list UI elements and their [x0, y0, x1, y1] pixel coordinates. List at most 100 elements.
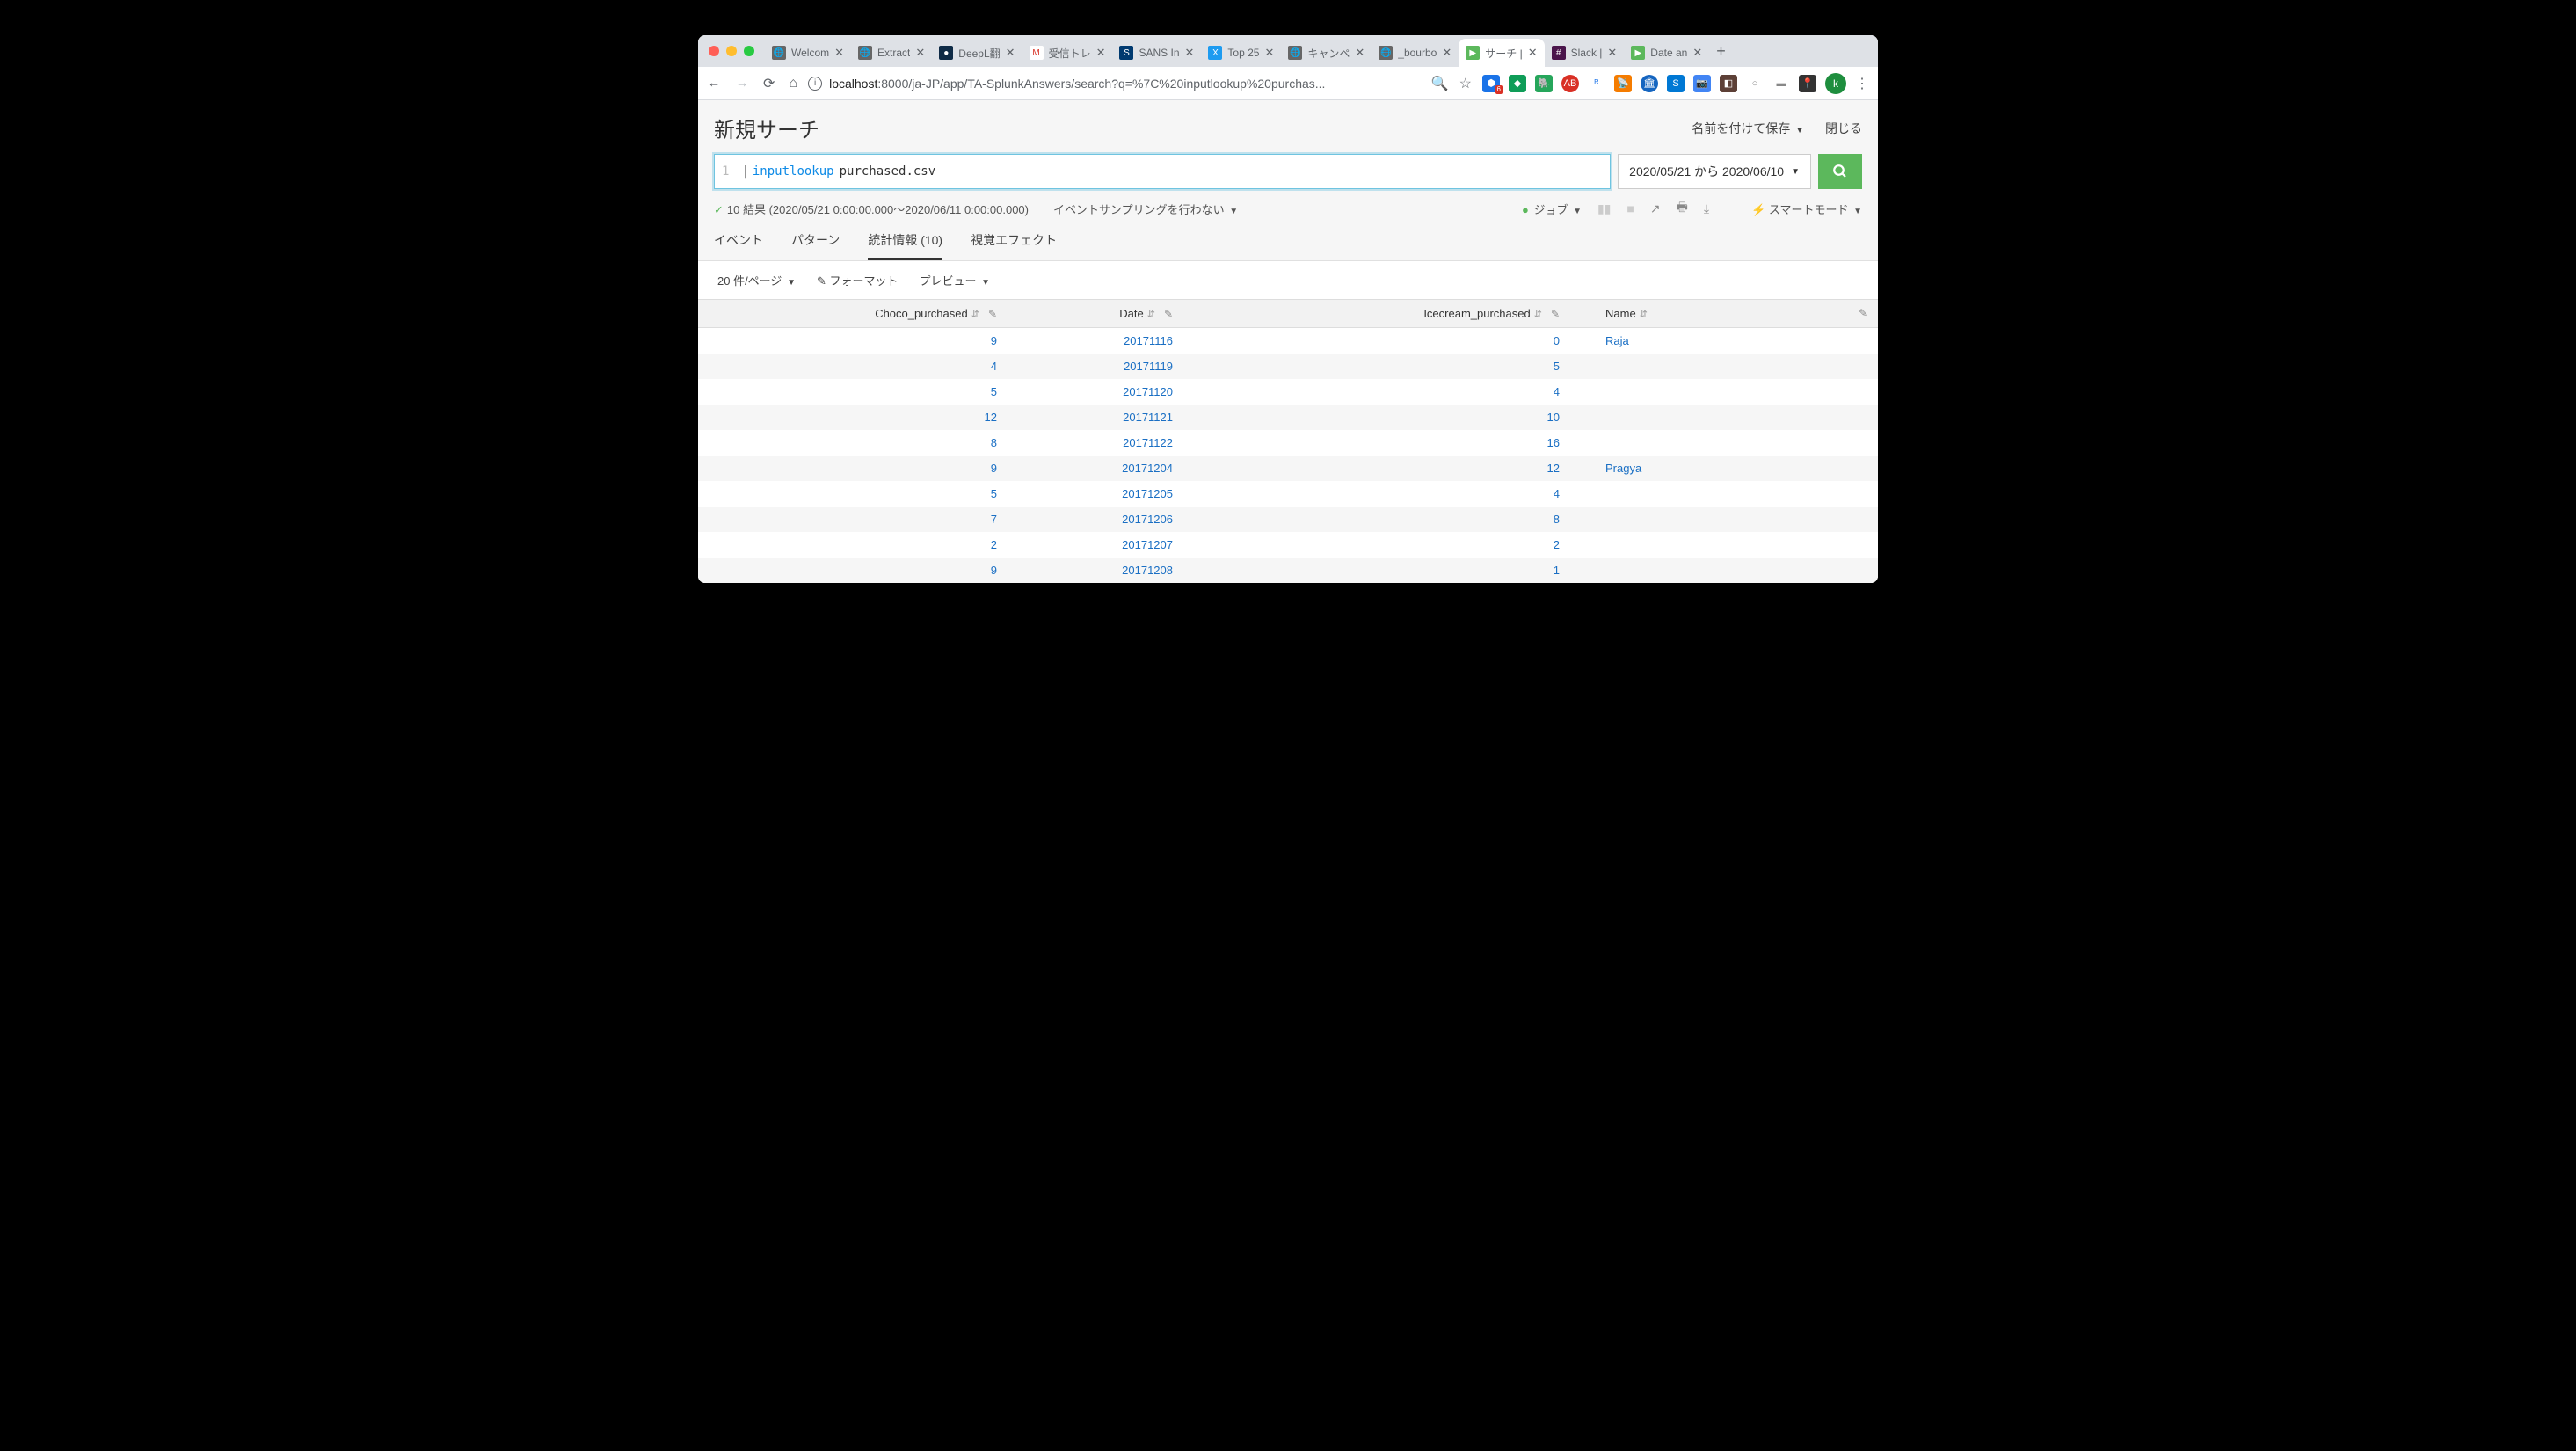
ext-icon-6[interactable]: ○	[1746, 75, 1764, 92]
cell-name[interactable]: Pragya	[1595, 456, 1878, 481]
cell-name[interactable]	[1595, 354, 1878, 379]
cell-date[interactable]: 20171122	[1032, 430, 1208, 456]
col-header-name[interactable]: Name⇵✎	[1595, 300, 1878, 328]
cell-choco[interactable]: 5	[698, 379, 1032, 405]
pencil-icon[interactable]: ✎	[1551, 308, 1560, 320]
close-window-icon[interactable]	[709, 46, 719, 56]
col-header-choco[interactable]: Choco_purchased⇵✎	[698, 300, 1032, 328]
cell-choco[interactable]: 9	[698, 558, 1032, 583]
cell-icecream[interactable]: 0	[1208, 328, 1595, 354]
cell-name[interactable]	[1595, 430, 1878, 456]
close-tab-icon[interactable]: ✕	[1692, 46, 1702, 60]
ext-icon-1[interactable]: ⬢6	[1482, 75, 1500, 92]
ext-icon-rss[interactable]: 📡	[1614, 75, 1632, 92]
minimize-window-icon[interactable]	[726, 46, 737, 56]
close-button[interactable]: 閉じる	[1825, 120, 1862, 137]
cell-date[interactable]: 20171207	[1032, 532, 1208, 558]
tab-events[interactable]: イベント	[714, 231, 763, 260]
smartmode-dropdown[interactable]: ⚡ スマートモード ▼	[1751, 201, 1862, 217]
close-tab-icon[interactable]: ✕	[1264, 46, 1274, 60]
cell-name[interactable]	[1595, 532, 1878, 558]
cell-icecream[interactable]: 4	[1208, 379, 1595, 405]
cell-name[interactable]	[1595, 507, 1878, 532]
cell-name[interactable]	[1595, 379, 1878, 405]
url-input[interactable]: i localhost:8000/ja-JP/app/TA-SplunkAnsw…	[808, 77, 1421, 91]
pencil-icon[interactable]: ✎	[1164, 308, 1173, 320]
close-tab-icon[interactable]: ✕	[1442, 46, 1452, 60]
tab-visualization[interactable]: 視覚エフェクト	[971, 231, 1057, 260]
browser-tab[interactable]: XTop 25✕	[1201, 39, 1281, 67]
ext-icon-evernote[interactable]: 🐘	[1535, 75, 1553, 92]
format-button[interactable]: ✎ フォーマット	[817, 272, 899, 288]
save-as-button[interactable]: 名前を付けて保存 ▼	[1692, 120, 1804, 137]
cell-icecream[interactable]: 4	[1208, 481, 1595, 507]
job-dropdown[interactable]: ● ジョブ ▼	[1522, 201, 1582, 217]
cell-choco[interactable]: 12	[698, 405, 1032, 430]
maximize-window-icon[interactable]	[744, 46, 754, 56]
ext-icon-5[interactable]: ◧	[1720, 75, 1737, 92]
browser-menu-icon[interactable]: ⋮	[1855, 75, 1869, 92]
cell-icecream[interactable]: 8	[1208, 507, 1595, 532]
zoom-icon[interactable]: 🔍	[1431, 75, 1449, 92]
cell-choco[interactable]: 9	[698, 456, 1032, 481]
pencil-icon[interactable]: ✎	[1859, 307, 1867, 319]
cell-icecream[interactable]: 1	[1208, 558, 1595, 583]
ext-icon-3[interactable]: ᴿ	[1588, 75, 1605, 92]
site-info-icon[interactable]: i	[808, 77, 822, 91]
cell-name[interactable]	[1595, 405, 1878, 430]
cell-date[interactable]: 20171120	[1032, 379, 1208, 405]
browser-tab[interactable]: SSANS In✕	[1112, 39, 1201, 67]
cell-name[interactable]	[1595, 558, 1878, 583]
cell-date[interactable]: 20171119	[1032, 354, 1208, 379]
tab-statistics[interactable]: 統計情報 (10)	[868, 231, 942, 260]
home-icon[interactable]: ⌂	[789, 76, 797, 91]
ext-icon-camera[interactable]: 📷	[1693, 75, 1711, 92]
ext-icon-4[interactable]: 🏛	[1641, 75, 1658, 92]
ext-icon-2[interactable]: ◆	[1509, 75, 1526, 92]
cell-date[interactable]: 20171204	[1032, 456, 1208, 481]
browser-tab[interactable]: #Slack |✕	[1545, 39, 1625, 67]
close-tab-icon[interactable]: ✕	[1528, 46, 1538, 60]
profile-avatar[interactable]: k	[1825, 73, 1846, 94]
browser-tab[interactable]: ▶サーチ |✕	[1459, 39, 1544, 67]
preview-dropdown[interactable]: プレビュー ▼	[920, 272, 991, 288]
tab-patterns[interactable]: パターン	[791, 231, 840, 260]
browser-tab[interactable]: 🌐Welcom✕	[765, 39, 851, 67]
close-tab-icon[interactable]: ✕	[834, 46, 844, 60]
cell-choco[interactable]: 2	[698, 532, 1032, 558]
cell-choco[interactable]: 9	[698, 328, 1032, 354]
bookmark-icon[interactable]: ☆	[1459, 75, 1472, 92]
cell-icecream[interactable]: 2	[1208, 532, 1595, 558]
close-tab-icon[interactable]: ✕	[1607, 46, 1617, 60]
download-icon[interactable]: ⤓	[1704, 201, 1709, 216]
close-tab-icon[interactable]: ✕	[1185, 46, 1195, 60]
sampling-dropdown[interactable]: イベントサンプリングを行わない ▼	[1053, 201, 1238, 217]
ext-icon-skype[interactable]: S	[1667, 75, 1685, 92]
per-page-dropdown[interactable]: 20 件/ページ ▼	[717, 272, 796, 288]
cell-icecream[interactable]: 16	[1208, 430, 1595, 456]
cell-date[interactable]: 20171206	[1032, 507, 1208, 532]
cell-date[interactable]: 20171121	[1032, 405, 1208, 430]
close-tab-icon[interactable]: ✕	[1096, 46, 1106, 60]
cell-name[interactable]: Raja	[1595, 328, 1878, 354]
search-input[interactable]: 1 | inputlookup purchased.csv	[714, 154, 1611, 189]
browser-tab[interactable]: 🌐キャンペ✕	[1281, 39, 1372, 67]
new-tab-button[interactable]: +	[1709, 42, 1733, 61]
cell-icecream[interactable]: 10	[1208, 405, 1595, 430]
print-icon[interactable]: 🖶	[1677, 198, 1688, 219]
share-icon[interactable]: ↗	[1650, 201, 1661, 216]
col-header-date[interactable]: Date⇵✎	[1032, 300, 1208, 328]
cell-icecream[interactable]: 5	[1208, 354, 1595, 379]
browser-tab[interactable]: M受信トレ✕	[1022, 39, 1113, 67]
close-tab-icon[interactable]: ✕	[1355, 46, 1364, 60]
cell-date[interactable]: 20171205	[1032, 481, 1208, 507]
close-tab-icon[interactable]: ✕	[915, 46, 925, 60]
browser-tab[interactable]: ▶Date an✕	[1624, 39, 1709, 67]
cell-date[interactable]: 20171116	[1032, 328, 1208, 354]
browser-tab[interactable]: ●DeepL翻✕	[932, 39, 1022, 67]
ext-icon-7[interactable]: ▬	[1772, 75, 1790, 92]
cell-choco[interactable]: 5	[698, 481, 1032, 507]
cell-name[interactable]	[1595, 481, 1878, 507]
cell-choco[interactable]: 8	[698, 430, 1032, 456]
close-tab-icon[interactable]: ✕	[1006, 46, 1015, 60]
